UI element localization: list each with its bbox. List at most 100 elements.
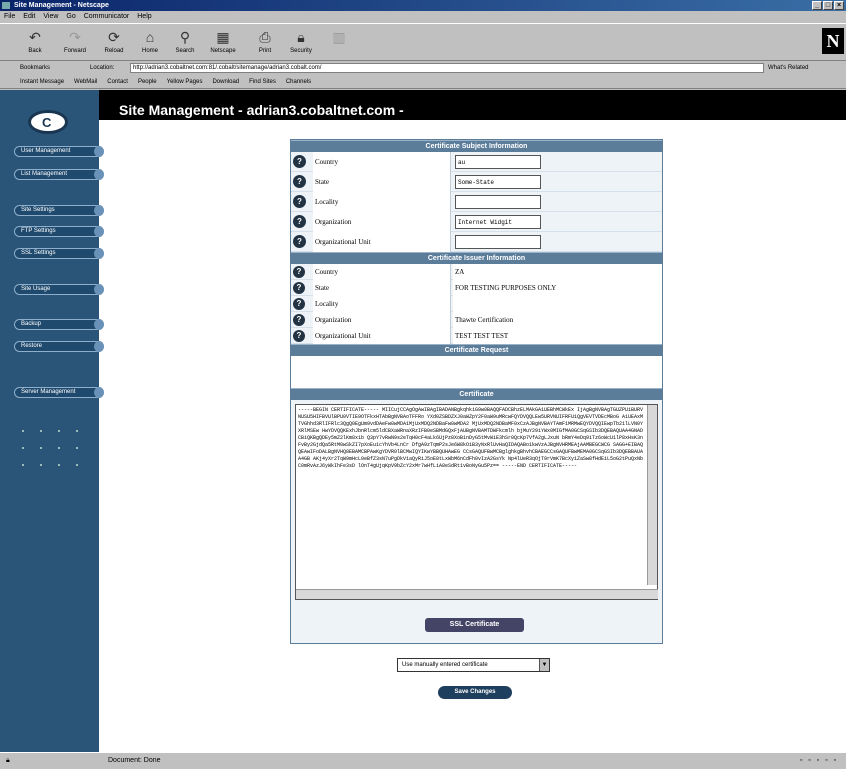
field-value: Thawte Certification [453,312,662,328]
subject-row-organization: ? Organization [291,212,662,232]
org-unit-input[interactable] [455,235,541,249]
help-icon[interactable]: ? [293,175,306,188]
bookmarks-button[interactable]: Bookmarks [20,61,50,75]
help-icon[interactable]: ? [293,235,306,248]
help-icon[interactable]: ? [293,195,306,208]
sidebar-item-backup[interactable]: Backup [14,319,104,330]
menu-edit[interactable]: Edit [23,11,35,23]
issuer-row-country: ? Country ZA [291,264,662,280]
sidebar-item-user-management[interactable]: User Management [14,146,104,157]
search-button[interactable]: ⚲ Search [172,26,198,60]
country-input[interactable] [455,155,541,169]
request-header: Certificate Request [291,344,662,356]
save-changes-button[interactable]: Save Changes [438,686,512,699]
page-title: Site Management - adrian3.cobaltnet.com … [99,90,846,120]
netscape-window-icon [2,2,10,9]
field-label: Organization [313,212,451,232]
field-label: Country [313,264,451,280]
home-label: Home [141,48,158,54]
personal-contact[interactable]: Contact [107,75,128,88]
forward-button[interactable]: ↷ Forward [62,26,88,60]
menu-help[interactable]: Help [137,11,151,23]
subject-header: Certificate Subject Information [291,140,662,152]
netscape-button[interactable]: ▦ Netscape [210,26,236,60]
status-bar: 🔒︎ Document: Done ▫ ▫ ▫ ▫ ▫ [0,752,846,768]
back-button[interactable]: ↶ Back [22,26,48,60]
issuer-row-org-unit: ? Organizational Unit TEST TEST TEST [291,328,662,344]
locality-input[interactable] [455,195,541,209]
search-label: Search [175,48,195,54]
security-icon: 🔒︎ [297,29,305,45]
help-icon[interactable]: ? [293,314,305,326]
ssl-certificate-button[interactable]: SSL Certificate [425,618,524,632]
back-label: Back [28,48,42,54]
horizontal-scrollbar[interactable] [296,589,658,599]
certificate-textarea[interactable]: -----BEGIN CERTIFICATE----- MIICujCCAgOg… [295,404,658,600]
help-icon[interactable]: ? [293,155,306,168]
security-button[interactable]: 🔒︎ Security [288,26,314,60]
whats-related-button[interactable]: What's Related [768,61,809,75]
reload-button[interactable]: ⟳ Reload [101,26,127,60]
location-input[interactable]: http://adrian3.cobaltnet.com:81/.cobalt/… [130,63,764,73]
navigation-toolbar: ↶ Back ↷ Forward ⟳ Reload ⌂ Home ⚲ Search ▦ Ne… [0,23,846,61]
help-icon[interactable]: ? [293,298,305,310]
sidebar-item-ftp-settings[interactable]: FTP Settings [14,226,104,237]
select-value: Use manually entered certificate [402,662,488,668]
personal-yellow-pages[interactable]: Yellow Pages [167,75,203,88]
close-button[interactable]: × [834,1,844,10]
state-input[interactable] [455,175,541,189]
issuer-row-organization: ? Organization Thawte Certification [291,312,662,328]
sidebar-item-ssl-settings[interactable]: SSL Settings [14,248,104,259]
subject-row-state: ? State [291,172,662,192]
field-value: FOR TESTING PURPOSES ONLY [453,280,662,296]
home-button[interactable]: ⌂ Home [137,26,163,60]
field-value: TEST TEST TEST [453,328,662,344]
netscape-label: Netscape [210,48,236,54]
personal-webmail[interactable]: WebMail [74,75,97,88]
help-icon[interactable]: ? [293,215,306,228]
sidebar-item-list-management[interactable]: List Management [14,169,104,180]
back-icon: ↶ [29,29,41,45]
print-icon: ⎙ [259,29,271,45]
help-icon[interactable]: ? [293,266,305,278]
component-bar[interactable]: ▫ ▫ ▫ ▫ ▫ [800,753,838,769]
personal-instant-message[interactable]: Instant Message [20,75,64,88]
personal-find-sites[interactable]: Find Sites [249,75,276,88]
vertical-scrollbar[interactable] [647,405,657,585]
sidebar-item-site-settings[interactable]: Site Settings [14,205,104,216]
security-status-icon[interactable]: 🔒︎ [6,753,10,769]
maximize-button[interactable]: □ [823,1,833,10]
help-icon[interactable]: ? [293,282,305,294]
window-controls: _ □ × [812,1,844,10]
security-label: Security [290,48,312,54]
stop-button[interactable]: ▥ [326,26,352,60]
certificate-text[interactable]: -----BEGIN CERTIFICATE----- MIICujCCAgOg… [296,405,648,585]
menu-communicator[interactable]: Communicator [84,11,130,23]
personal-people[interactable]: People [138,75,157,88]
certificate-source-select[interactable]: Use manually entered certificate ▼ [397,658,550,672]
window-titlebar: Site Management - Netscape _ □ × [0,0,846,11]
sidebar-item-restore[interactable]: Restore [14,341,104,352]
personal-channels[interactable]: Channels [286,75,311,88]
organization-input[interactable] [455,215,541,229]
netscape-logo: N [822,28,844,54]
status-text: Document: Done [108,757,161,764]
print-button[interactable]: ⎙ Print [252,26,278,60]
sidebar-item-site-usage[interactable]: Site Usage [14,284,104,295]
menu-view[interactable]: View [43,11,58,23]
sidebar-decoration [22,430,92,481]
sidebar-item-server-management[interactable]: Server Management [14,387,104,398]
field-value [453,296,662,312]
personal-toolbar: Instant Message WebMail Contact People Y… [0,75,846,89]
menu-file[interactable]: File [4,11,15,23]
personal-download[interactable]: Download [212,75,239,88]
menu-bar: File Edit View Go Communicator Help [0,11,846,23]
chevron-down-icon[interactable]: ▼ [539,659,549,671]
page-content: User Management List Management Site Set… [0,90,846,752]
window-title: Site Management - Netscape [14,2,109,9]
minimize-button[interactable]: _ [812,1,822,10]
help-icon[interactable]: ? [293,330,305,342]
stop-icon: ▥ [332,29,346,45]
field-label: Organizational Unit [313,328,451,344]
menu-go[interactable]: Go [66,11,75,23]
